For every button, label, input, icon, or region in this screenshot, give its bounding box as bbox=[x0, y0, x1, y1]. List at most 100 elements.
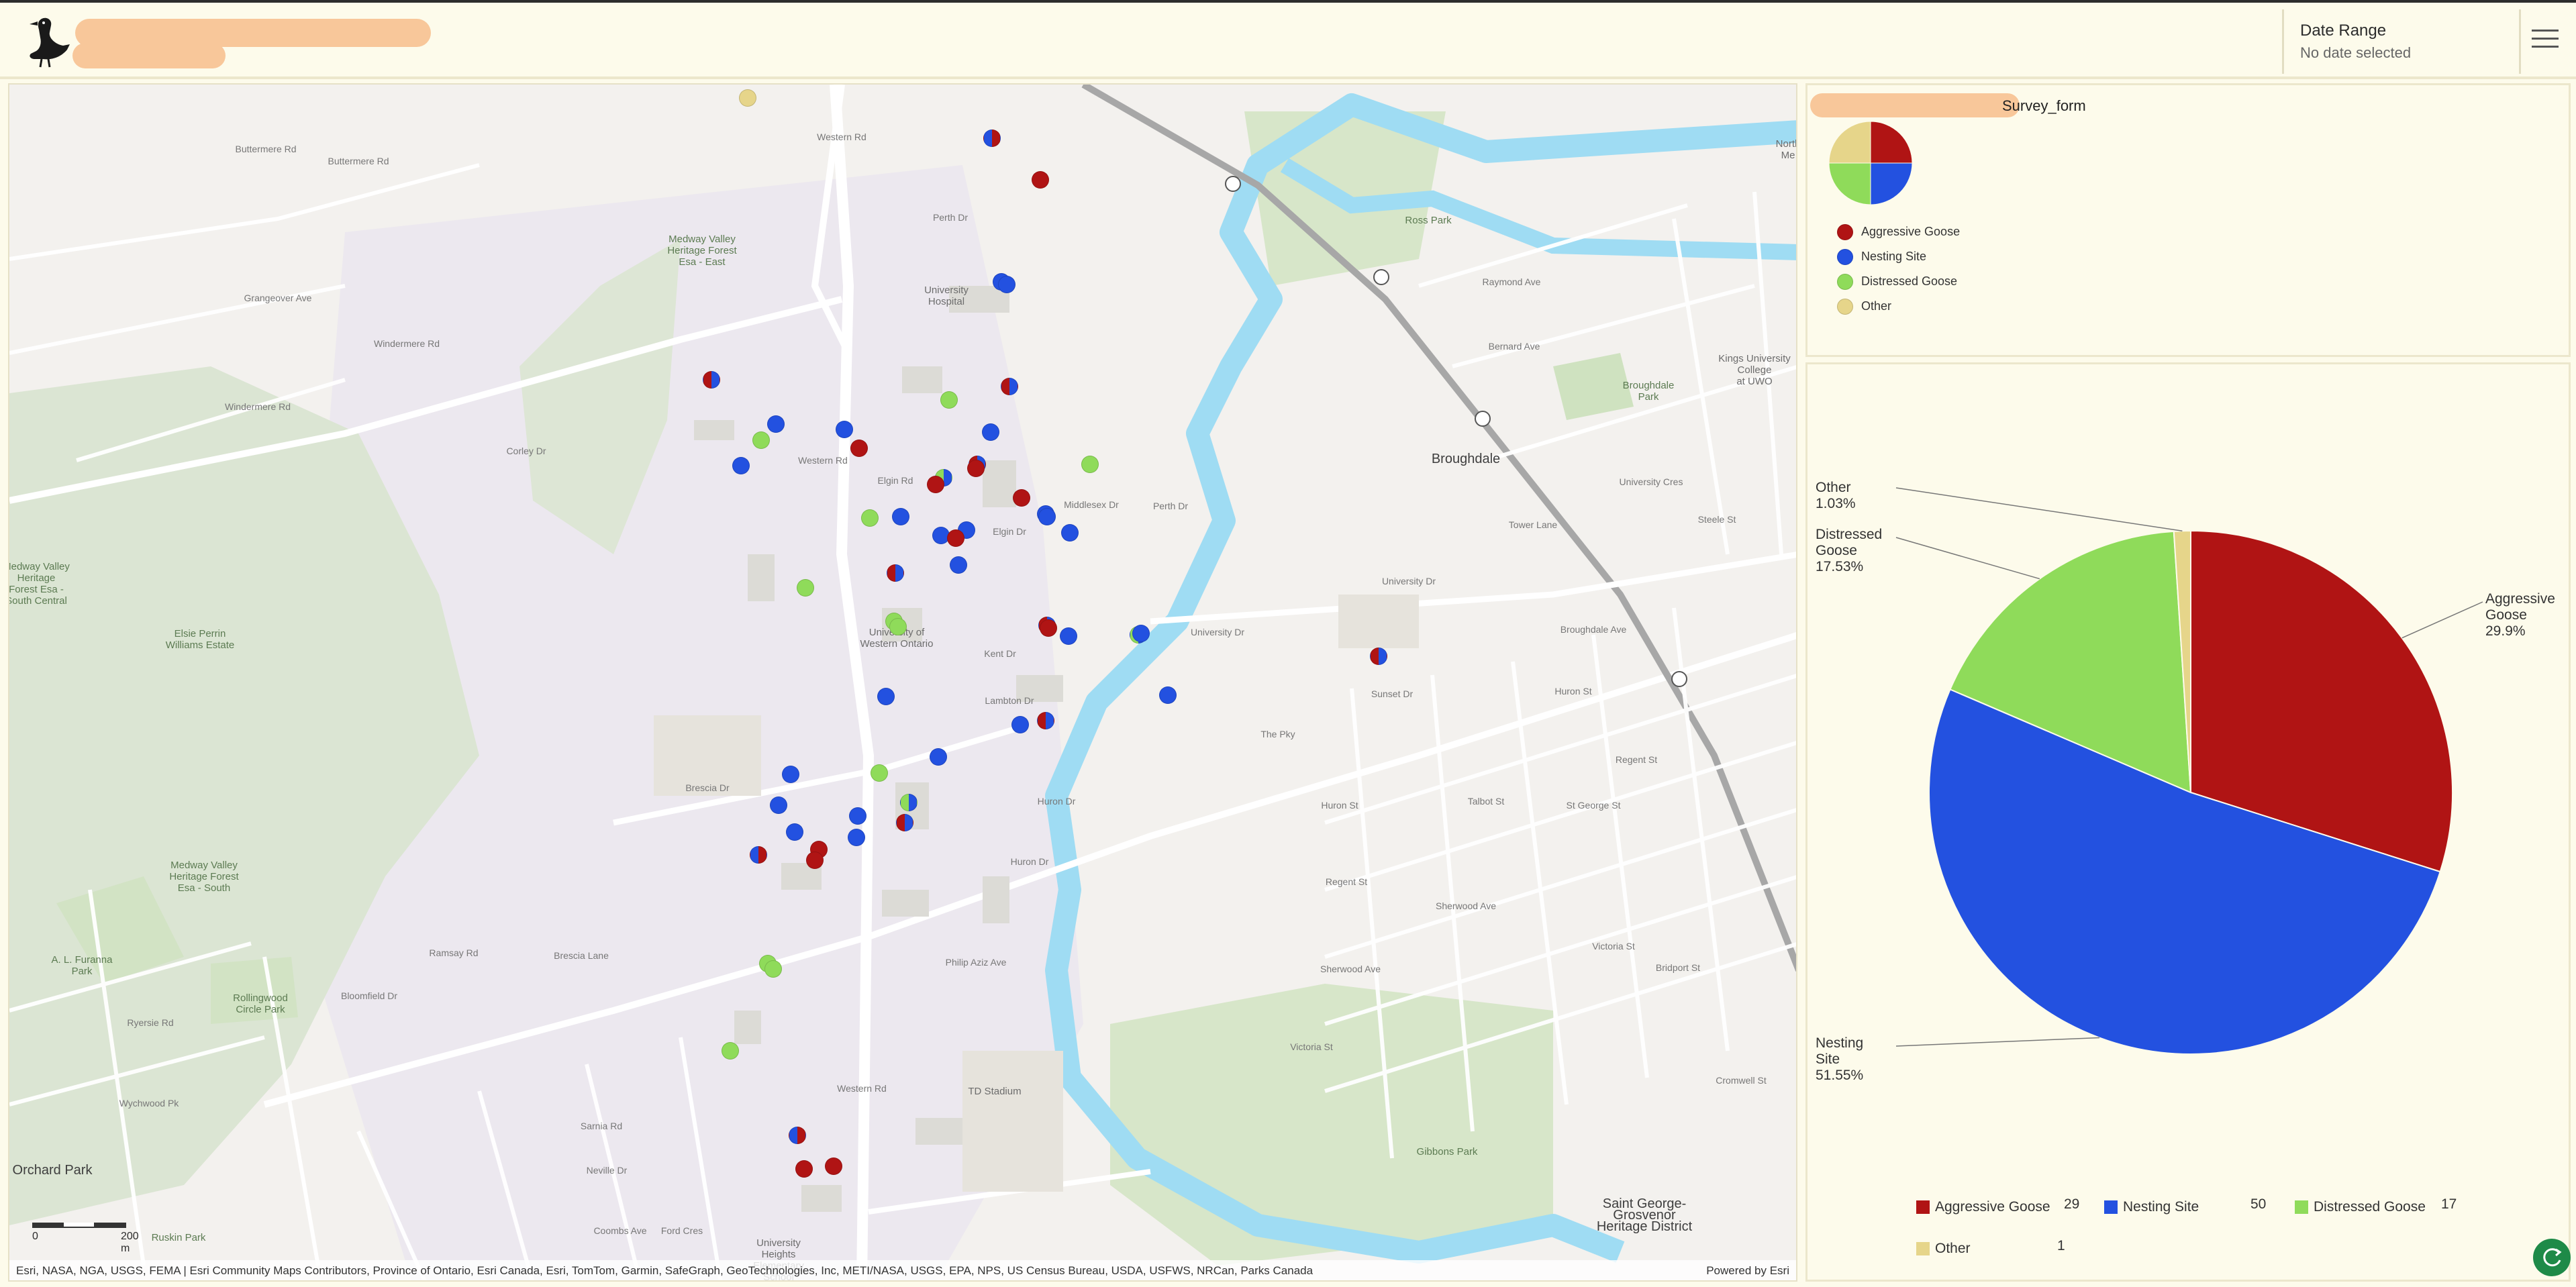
survey-point-marker[interactable] bbox=[848, 829, 865, 846]
survey-point-marker[interactable] bbox=[998, 276, 1015, 293]
survey-point-marker[interactable] bbox=[983, 130, 1001, 147]
mini-pie-legend: Aggressive Goose Nesting Site Distressed G… bbox=[1837, 219, 1960, 319]
survey-point-marker[interactable] bbox=[877, 688, 895, 705]
survey-point-marker[interactable] bbox=[930, 748, 947, 766]
survey-point-marker[interactable] bbox=[764, 960, 782, 978]
survey-point-marker[interactable] bbox=[1032, 171, 1049, 189]
survey-point-marker[interactable] bbox=[967, 460, 985, 477]
survey-point-marker[interactable] bbox=[940, 391, 958, 409]
map-place-label: Huron Dr bbox=[1037, 796, 1076, 807]
survey-point-marker[interactable] bbox=[892, 508, 909, 525]
survey-point-marker[interactable] bbox=[786, 823, 803, 841]
legend-swatch bbox=[1837, 298, 1853, 315]
map-place-label: Saint George- Grosvenor Heritage District bbox=[1596, 1196, 1693, 1234]
survey-point-marker[interactable] bbox=[1040, 619, 1057, 637]
survey-point-marker[interactable] bbox=[836, 421, 853, 438]
map-place-label: Middlesex Dr bbox=[1064, 499, 1119, 510]
survey-point-marker[interactable] bbox=[889, 618, 907, 635]
survey-point-marker[interactable] bbox=[900, 794, 918, 811]
survey-point-marker[interactable] bbox=[789, 1127, 806, 1144]
map-place-label: Buttermere Rd bbox=[328, 156, 389, 166]
survey-point-marker[interactable] bbox=[1370, 648, 1387, 665]
survey-point-marker[interactable] bbox=[703, 371, 720, 389]
map-place-label: Ryersie Rd bbox=[127, 1017, 174, 1028]
mini-legend-item[interactable]: Nesting Site bbox=[1837, 244, 1960, 269]
survey-point-marker[interactable] bbox=[752, 431, 770, 449]
map-place-label: Lambton Dr bbox=[985, 695, 1034, 706]
survey-point-marker[interactable] bbox=[1132, 625, 1150, 642]
survey-point-marker[interactable] bbox=[950, 556, 967, 574]
panel-title: Survey_form bbox=[2002, 97, 2086, 114]
map-place-label: Ruskin Park bbox=[151, 1232, 206, 1243]
map-view[interactable]: Medway Valley Heritage Forest Esa - East Un… bbox=[8, 83, 1797, 1282]
survey-point-marker[interactable] bbox=[1081, 456, 1099, 473]
survey-point-marker[interactable] bbox=[1037, 712, 1054, 729]
survey-point-marker[interactable] bbox=[739, 89, 756, 107]
survey-point-marker[interactable] bbox=[1011, 716, 1029, 733]
survey-point-marker[interactable] bbox=[887, 564, 904, 582]
pie-legend-item[interactable]: Aggressive Goose bbox=[1916, 1199, 2050, 1215]
mini-pie-slice[interactable] bbox=[1870, 162, 1913, 205]
survey-point-marker[interactable] bbox=[797, 579, 814, 597]
header-top-line bbox=[0, 0, 2576, 3]
powered-by-esri-link[interactable]: Powered by Esri bbox=[1706, 1264, 1789, 1278]
mini-pie-slice[interactable] bbox=[1870, 121, 1913, 164]
map-place-label: Philip Aziz Ave bbox=[945, 957, 1007, 968]
map-place-label: Neville Dr bbox=[586, 1165, 628, 1176]
survey-point-marker[interactable] bbox=[871, 764, 888, 782]
map-place-label: University Hospital bbox=[924, 285, 969, 307]
survey-point-marker[interactable] bbox=[896, 814, 913, 831]
date-range-filter[interactable]: Date Range No date selected bbox=[2282, 9, 2521, 74]
mini-pie-chart[interactable] bbox=[1828, 120, 1914, 206]
survey-point-marker[interactable] bbox=[825, 1157, 842, 1175]
mini-legend-item[interactable]: Aggressive Goose bbox=[1837, 219, 1960, 244]
slice-leader-line bbox=[1895, 537, 2040, 580]
map-place-label: Brescia Lane bbox=[554, 950, 609, 961]
map-place-label: Broughdale bbox=[1431, 452, 1501, 466]
survey-point-marker[interactable] bbox=[795, 1160, 813, 1178]
category-pie-chart[interactable] bbox=[1807, 364, 2573, 1284]
map-place-label: Huron St bbox=[1554, 686, 1592, 697]
survey-point-marker[interactable] bbox=[750, 846, 767, 864]
survey-point-marker[interactable] bbox=[1061, 524, 1079, 542]
survey-point-marker[interactable] bbox=[1038, 508, 1056, 525]
map-place-label: Regent St bbox=[1325, 876, 1368, 887]
map-place-label: Grangeover Ave bbox=[244, 293, 312, 303]
mini-legend-item[interactable]: Other bbox=[1837, 294, 1960, 319]
category-pie-panel: Aggressive Goose 29.9% Nesting Site 51.55% Dis… bbox=[1805, 362, 2571, 1282]
survey-point-marker[interactable] bbox=[722, 1042, 739, 1060]
survey-point-marker[interactable] bbox=[1060, 627, 1077, 645]
survey-point-marker[interactable] bbox=[947, 529, 964, 547]
map-place-label: Sherwood Ave bbox=[1435, 900, 1497, 911]
survey-point-marker[interactable] bbox=[782, 766, 799, 783]
survey-point-marker[interactable] bbox=[770, 796, 787, 814]
map-place-label: Bernard Ave bbox=[1488, 341, 1540, 352]
map-place-label: Kings University College at UWO bbox=[1718, 353, 1791, 387]
refresh-button[interactable] bbox=[2533, 1239, 2571, 1276]
pie-legend-label: Nesting Site bbox=[2123, 1199, 2199, 1215]
mini-legend-item[interactable]: Distressed Goose bbox=[1837, 269, 1960, 294]
map-place-label: Western Rd bbox=[837, 1083, 887, 1094]
survey-point-marker[interactable] bbox=[861, 509, 879, 527]
mini-pie-slice[interactable] bbox=[1828, 162, 1871, 205]
map-place-label: Elgin Dr bbox=[993, 526, 1026, 537]
pie-legend-item[interactable]: Nesting Site bbox=[2104, 1199, 2199, 1215]
survey-point-marker[interactable] bbox=[850, 440, 868, 457]
map-place-label: Sarnia Rd bbox=[580, 1121, 623, 1131]
survey-point-marker[interactable] bbox=[927, 476, 944, 493]
pie-legend-item[interactable]: Distressed Goose bbox=[2295, 1199, 2426, 1215]
survey-point-marker[interactable] bbox=[982, 423, 999, 441]
survey-point-marker[interactable] bbox=[1001, 378, 1018, 395]
survey-point-marker[interactable] bbox=[1013, 489, 1030, 507]
survey-point-marker[interactable] bbox=[767, 415, 785, 433]
mini-pie-slice[interactable] bbox=[1828, 121, 1871, 164]
pie-legend-item[interactable]: Other bbox=[1916, 1241, 1971, 1257]
survey-point-marker[interactable] bbox=[732, 457, 750, 474]
survey-point-marker[interactable] bbox=[806, 852, 824, 869]
survey-point-marker[interactable] bbox=[1159, 686, 1177, 704]
mini-legend-label: Other bbox=[1861, 299, 1892, 313]
survey-point-marker[interactable] bbox=[849, 807, 866, 825]
hamburger-menu-icon[interactable] bbox=[2532, 30, 2559, 51]
legend-swatch bbox=[1837, 248, 1853, 265]
pie-legend-count: 17 bbox=[2441, 1196, 2457, 1212]
